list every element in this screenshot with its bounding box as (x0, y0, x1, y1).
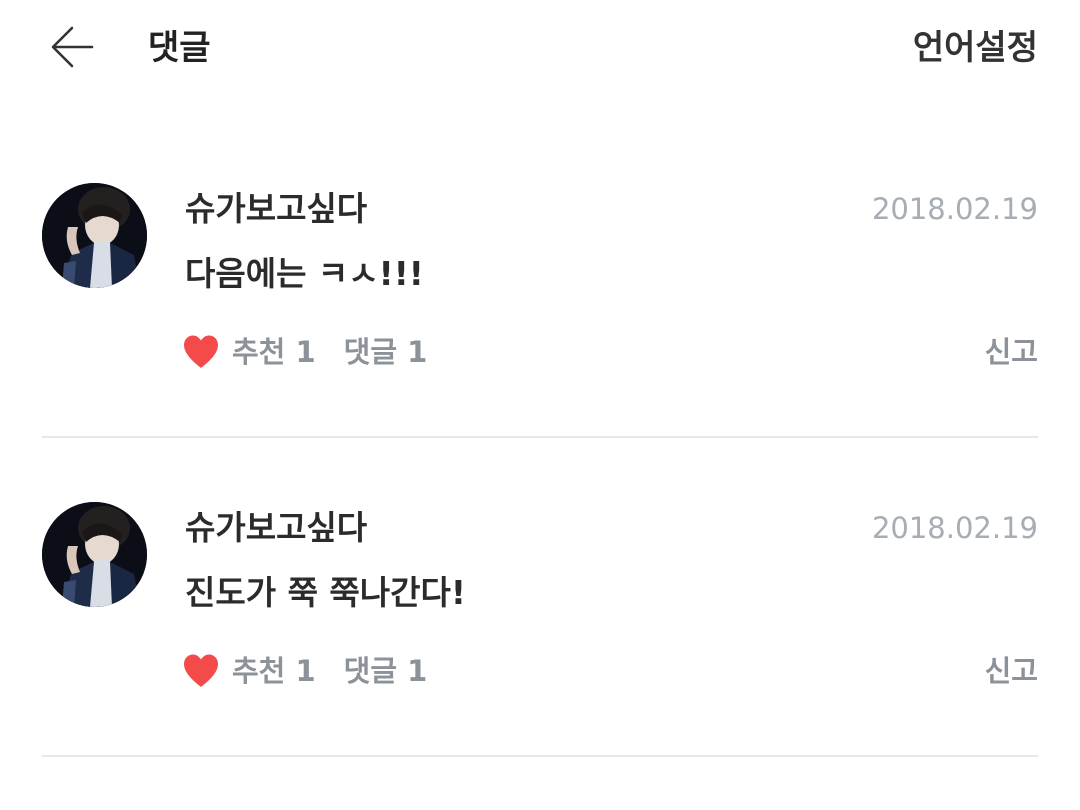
arrow-left-icon (51, 26, 94, 68)
heart-icon (184, 654, 218, 687)
comment-actions: 추천 1 댓글 1 (182, 649, 427, 693)
app-header: 댓글 언어설정 (0, 0, 1080, 96)
comment-author[interactable]: 슈가보고싶다 (185, 506, 367, 550)
report-button[interactable]: 신고 (985, 649, 1038, 693)
comment-item: 슈가보고싶다 2018.02.19 다음에는 ㅋㅅ!!! 추천 1 댓글 1 신… (42, 183, 1038, 438)
comment-author[interactable]: 슈가보고싶다 (185, 187, 367, 231)
comment-text: 다음에는 ㅋㅅ!!! (185, 254, 424, 293)
comment-actions: 추천 1 댓글 1 (182, 330, 427, 374)
reply-button[interactable]: 댓글 1 (344, 330, 428, 374)
divider (42, 755, 1038, 757)
comment-date: 2018.02.19 (871, 192, 1038, 226)
reply-button[interactable]: 댓글 1 (344, 649, 428, 693)
heart-icon (184, 335, 218, 368)
comment-item: 슈가보고싶다 2018.02.19 진도가 쭉 쭉나간다! 추천 1 댓글 1 … (42, 502, 1038, 757)
like-count-label: 추천 1 (232, 335, 316, 369)
like-button[interactable]: 추천 1 (182, 649, 316, 693)
comments-page: 댓글 언어설정 슈가보고싶다 2018.02.19 다음에는 ㅋㅅ!!! 추천 … (0, 0, 1080, 810)
comment-date: 2018.02.19 (871, 511, 1038, 545)
avatar[interactable] (42, 183, 147, 288)
page-title: 댓글 (148, 28, 211, 68)
avatar[interactable] (42, 502, 147, 607)
divider (42, 436, 1038, 438)
report-button[interactable]: 신고 (985, 330, 1038, 374)
comment-text: 진도가 쭉 쭉나간다! (185, 573, 466, 612)
like-button[interactable]: 추천 1 (182, 330, 316, 374)
language-settings-button[interactable]: 언어설정 (913, 26, 1038, 70)
like-count-label: 추천 1 (232, 654, 316, 688)
back-button[interactable] (48, 22, 98, 72)
